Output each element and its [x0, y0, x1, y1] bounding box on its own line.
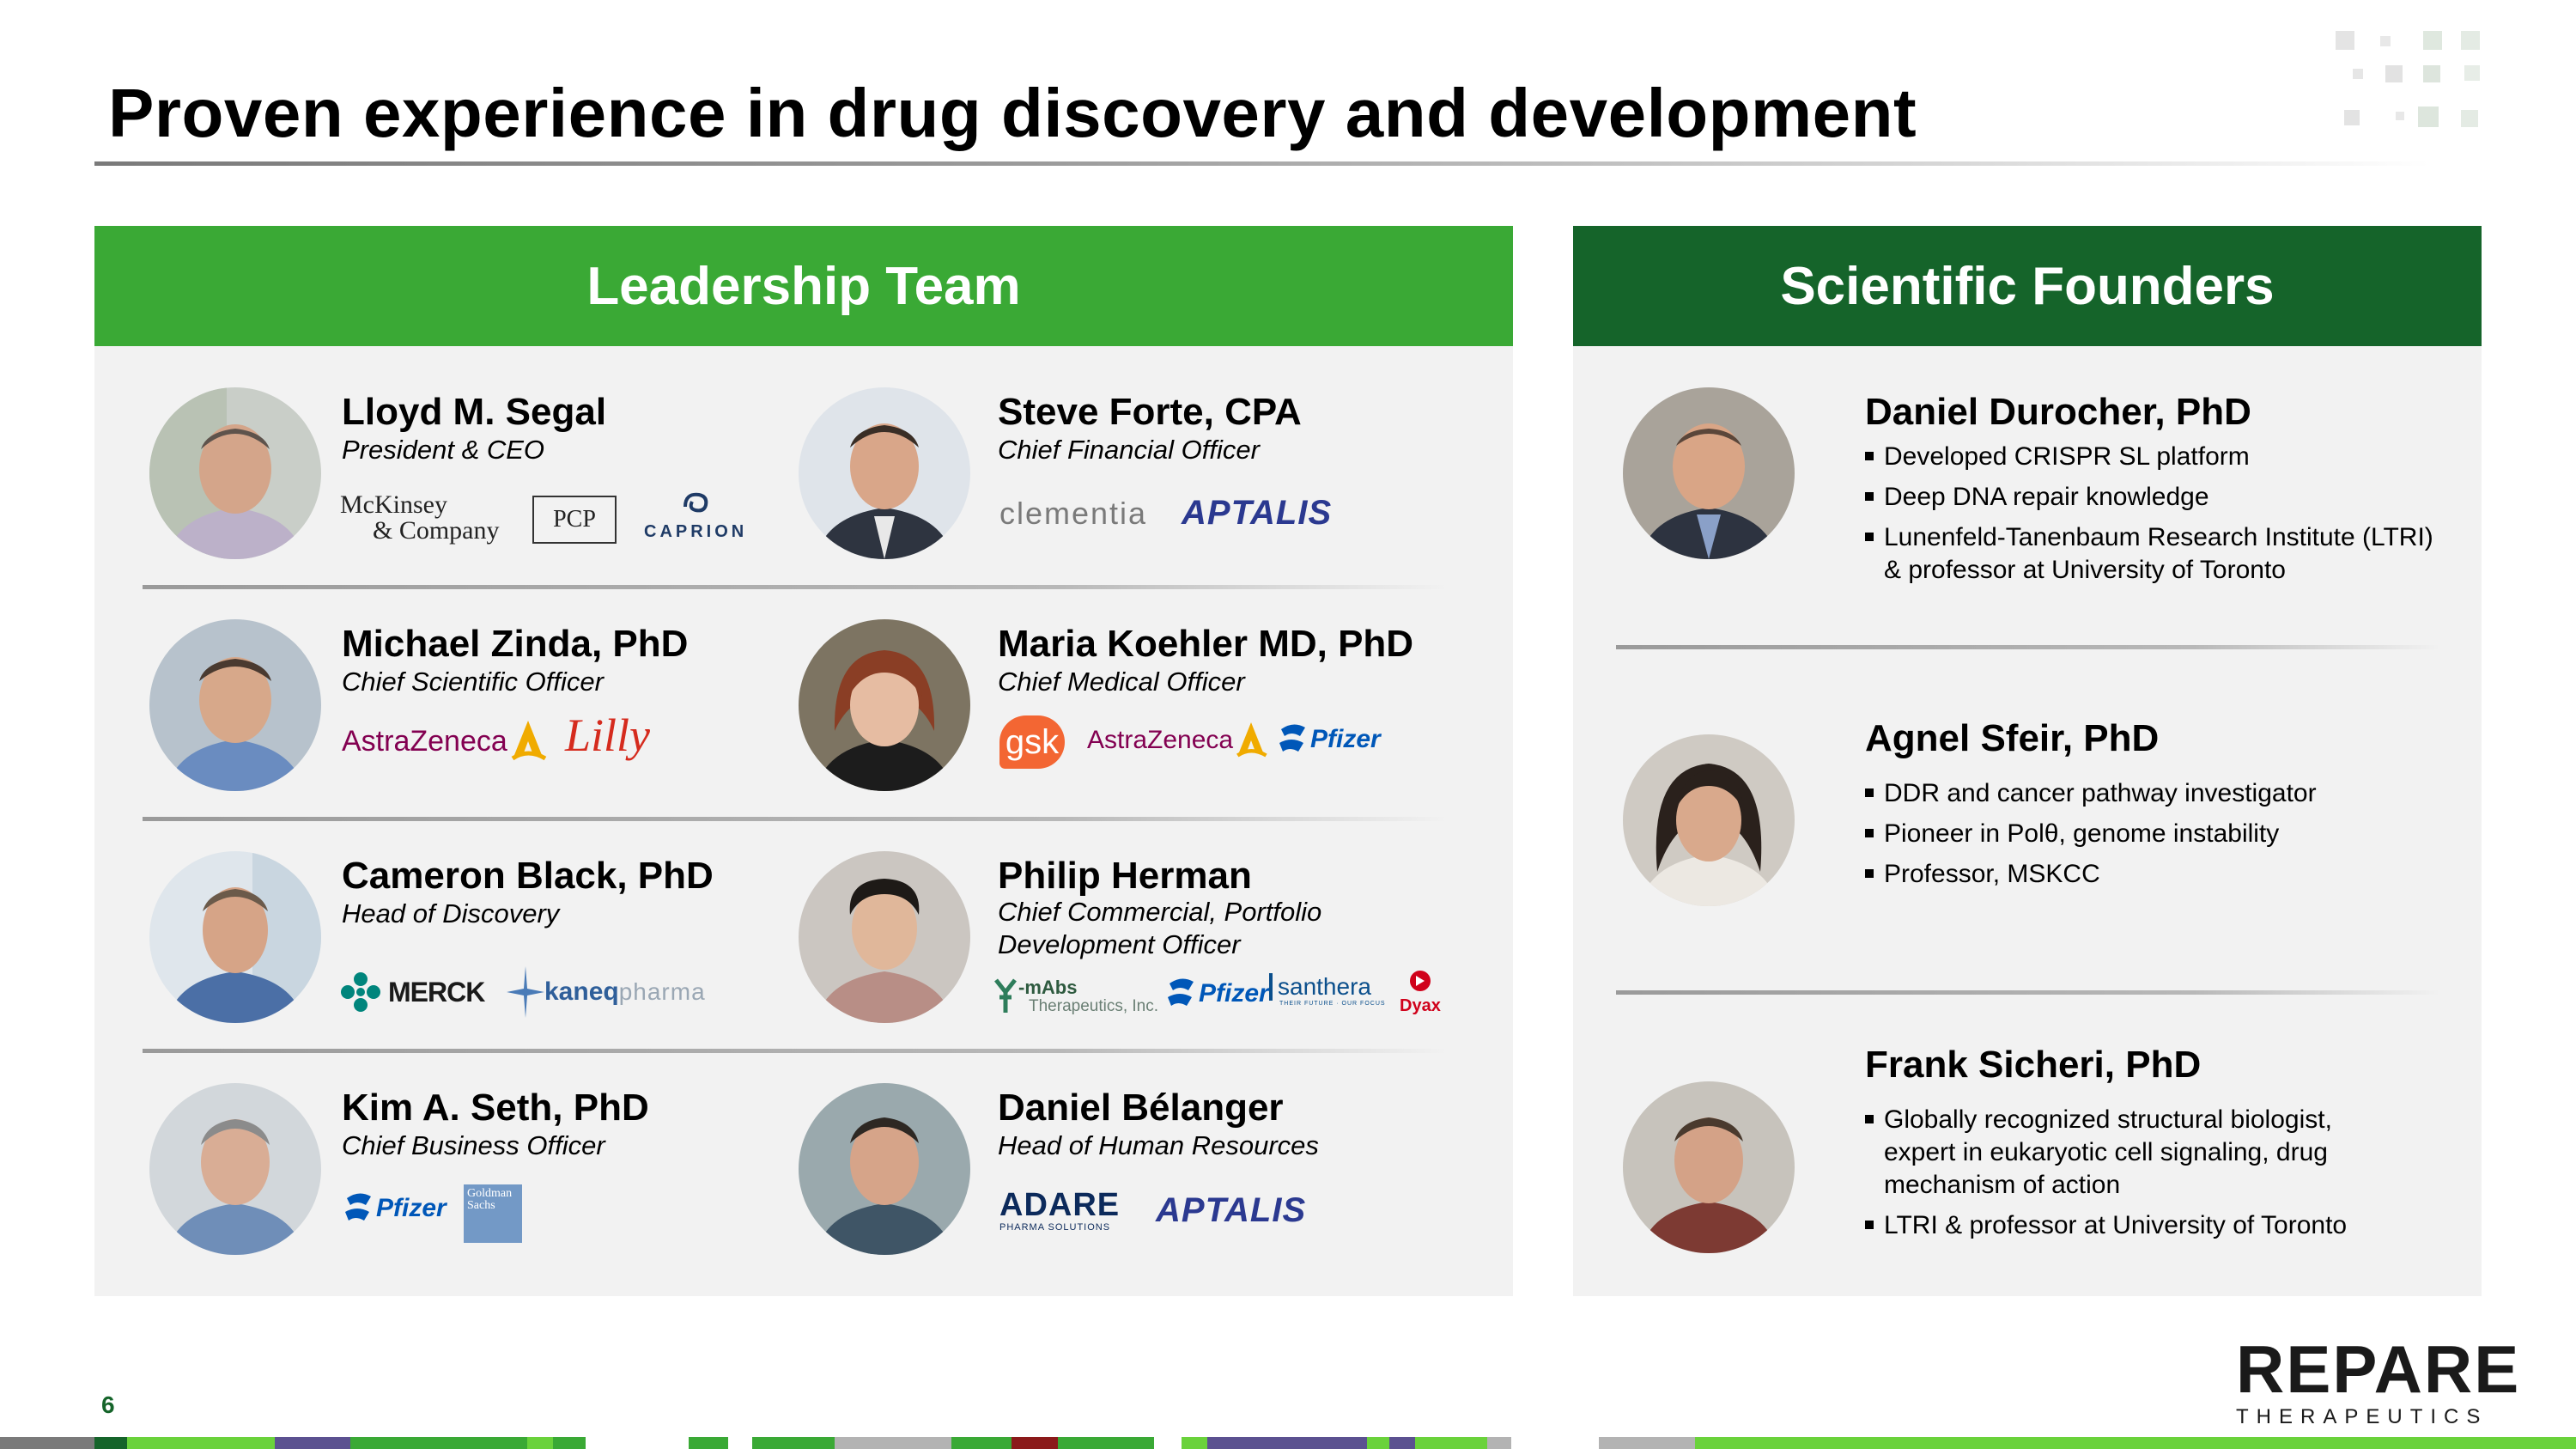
clementia-logo: clementia [999, 496, 1148, 531]
photo-philip-herman [799, 851, 970, 1023]
bullet-item: DDR and cancer pathway investigator [1865, 777, 2449, 810]
pfizer-icon [1279, 724, 1305, 752]
astrazeneca-logo: AstraZeneca [1087, 719, 1269, 762]
astrazeneca-icon [1236, 722, 1267, 758]
bullet-item: Pioneer in Polθ, genome instability [1865, 818, 2449, 850]
footer-color-bar [0, 1437, 2576, 1449]
pfizer-logo: Pfizer [342, 1190, 447, 1227]
astrazeneca-logo: AstraZeneca [342, 717, 549, 765]
photo-maria-koehler [799, 619, 970, 791]
leadership-team-panel: Leadership Team Lloyd M. Segal President… [94, 226, 1513, 1296]
person-name: Kim A. Seth, PhD [342, 1087, 649, 1129]
mabs-logo: -mAbs Therapeutics, Inc. [993, 978, 1158, 1016]
merck-logo: MERCK [340, 971, 485, 1013]
person-role: Head of Discovery [342, 898, 560, 928]
title-underline [94, 161, 2430, 166]
mckinsey-logo: McKinsey & Company [340, 490, 500, 545]
photo-steve-forte [799, 387, 970, 559]
pfizer-icon [345, 1193, 371, 1221]
gsk-logo: gsk [999, 715, 1065, 769]
founder-name: Frank Sicheri, PhD [1865, 1044, 2202, 1086]
founder-name: Daniel Durocher, PhD [1865, 391, 2251, 433]
merck-icon [341, 972, 380, 1012]
caprion-logo: CAPRION [644, 488, 747, 542]
bullet-item: Developed CRISPR SL platform [1865, 441, 2449, 473]
photo-daniel-durocher [1623, 387, 1795, 559]
person-name: Philip Herman [998, 855, 1252, 897]
person-name: Maria Koehler MD, PhD [998, 623, 1414, 665]
row-divider [143, 585, 1448, 589]
photo-lloyd-segal [149, 387, 321, 559]
repare-logo: REPARE THERAPEUTICS [2236, 1331, 2521, 1429]
photo-agnel-sfeir [1623, 734, 1795, 906]
founder-name: Agnel Sfeir, PhD [1865, 717, 2160, 759]
person-name: Michael Zinda, PhD [342, 623, 689, 665]
kaneq-logo: kaneq pharma [507, 966, 706, 1018]
santhera-logo: santhera THEIR FUTURE · OUR FOCUS [1269, 973, 1386, 1007]
row-divider [143, 1049, 1448, 1053]
aptalis-logo: APTALIS [1156, 1191, 1307, 1229]
caprion-icon [683, 492, 708, 513]
pfizer-logo: Pfizer [1276, 721, 1381, 758]
scientific-founders-header: Scientific Founders [1573, 226, 2482, 346]
brand-name: REPARE [2236, 1331, 2521, 1407]
person-role: Chief Business Officer [342, 1130, 605, 1160]
photo-frank-sicheri [1623, 1081, 1795, 1253]
pfizer-icon [1168, 978, 1194, 1006]
founder-divider [1616, 990, 2440, 995]
founder-bullets: Developed CRISPR SL platform Deep DNA re… [1865, 441, 2449, 594]
person-name: Lloyd M. Segal [342, 391, 607, 433]
mabs-icon [994, 978, 1017, 1013]
page-number: 6 [101, 1391, 115, 1418]
person-role: Head of Human Resources [998, 1130, 1319, 1160]
person-role: Chief Scientific Officer [342, 667, 604, 697]
person-name: Steve Forte, CPA [998, 391, 1302, 433]
founder-divider [1616, 645, 2440, 649]
founder-bullets: Globally recognized structural biologist… [1865, 1104, 2380, 1250]
bullet-item: Professor, MSKCC [1865, 858, 2449, 891]
dyax-icon [1409, 971, 1431, 991]
photo-cameron-black [149, 851, 321, 1023]
person-role: Chief Commercial, Portfolio Development … [998, 897, 1322, 959]
decorative-squares [2336, 31, 2480, 127]
person-name: Daniel Bélanger [998, 1087, 1284, 1129]
pcp-logo: PCP [532, 496, 617, 544]
brand-subtitle: THERAPEUTICS [2236, 1405, 2488, 1428]
bullet-item: Deep DNA repair knowledge [1865, 481, 2449, 514]
person-role: President & CEO [342, 435, 545, 465]
adare-logo: ADARE PHARMA SOLUTIONS [999, 1187, 1121, 1233]
founder-bullets: DDR and cancer pathway investigator Pion… [1865, 777, 2449, 898]
aptalis-logo: APTALIS [1182, 494, 1333, 532]
page-title: Proven experience in drug discovery and … [108, 75, 1917, 151]
photo-kim-seth [149, 1083, 321, 1255]
goldman-sachs-logo: Goldman Sachs [464, 1184, 522, 1243]
person-role: Chief Financial Officer [998, 435, 1260, 465]
leadership-team-header: Leadership Team [94, 226, 1513, 346]
scientific-founders-panel: Scientific Founders Daniel Durocher, PhD… [1573, 226, 2482, 1296]
pfizer-logo: Pfizer [1164, 975, 1269, 1013]
photo-michael-zinda [149, 619, 321, 791]
row-divider [143, 817, 1448, 821]
person-role: Chief Medical Officer [998, 667, 1245, 697]
bullet-item: LTRI & professor at University of Toront… [1865, 1209, 2380, 1242]
photo-daniel-belanger [799, 1083, 970, 1255]
bullet-item: Globally recognized structural biologist… [1865, 1104, 2380, 1202]
lilly-logo: Lilly [565, 709, 651, 761]
kaneq-star-icon [507, 966, 544, 1018]
dyax-logo: Dyax [1400, 970, 1441, 1016]
astrazeneca-icon [511, 721, 547, 761]
bullet-item: Lunenfeld-Tanenbaum Research Institute (… [1865, 521, 2449, 587]
person-name: Cameron Black, PhD [342, 855, 714, 897]
